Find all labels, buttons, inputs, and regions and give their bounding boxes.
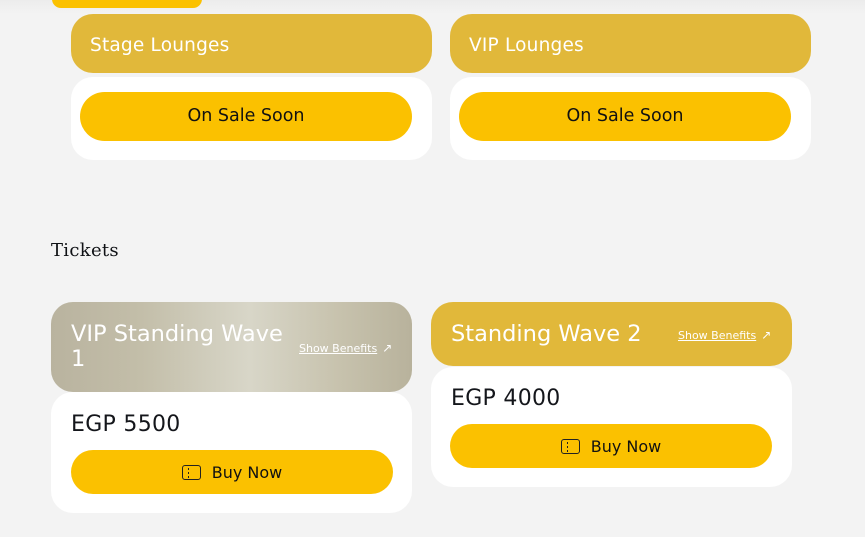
ticket-title: Standing Wave 2 [451, 321, 642, 347]
ticket-icon [181, 464, 201, 480]
buy-now-button[interactable]: Buy Now [71, 450, 393, 494]
arrow-up-right-icon: ↗ [761, 328, 772, 342]
ticket-body: EGP 5500 Buy Now [51, 392, 412, 513]
show-benefits-link[interactable]: Show Benefits ↗ [678, 328, 771, 342]
ticket-price: EGP 4000 [451, 386, 561, 411]
show-benefits-link[interactable]: Show Benefits ↗ [299, 341, 392, 355]
on-sale-soon-button[interactable]: On Sale Soon [459, 92, 791, 141]
arrow-up-right-icon: ↗ [382, 341, 393, 355]
buy-now-button[interactable]: Buy Now [450, 424, 772, 468]
lounge-title: Stage Lounges [90, 35, 230, 56]
lounge-header: Stage Lounges [71, 14, 432, 73]
ticket-icon [560, 438, 580, 454]
show-benefits-label: Show Benefits [678, 328, 757, 342]
ticket-header: VIP Standing Wave 1 Show Benefits ↗ [51, 302, 412, 392]
partial-button-top[interactable] [52, 0, 202, 8]
ticket-header: Standing Wave 2 Show Benefits ↗ [431, 302, 792, 366]
lounge-body: On Sale Soon [71, 77, 432, 160]
ticket-body: EGP 4000 Buy Now [431, 367, 792, 487]
on-sale-soon-button[interactable]: On Sale Soon [80, 92, 412, 141]
buy-now-label: Buy Now [590, 436, 662, 456]
show-benefits-label: Show Benefits [299, 341, 378, 355]
ticket-price: EGP 5500 [71, 412, 181, 437]
lounge-header: VIP Lounges [450, 14, 811, 73]
lounge-title: VIP Lounges [469, 35, 584, 56]
lounge-body: On Sale Soon [450, 77, 811, 160]
tickets-section-title: Tickets [51, 240, 119, 261]
buy-now-label: Buy Now [211, 462, 283, 482]
ticket-title: VIP Standing Wave 1 [71, 321, 283, 372]
